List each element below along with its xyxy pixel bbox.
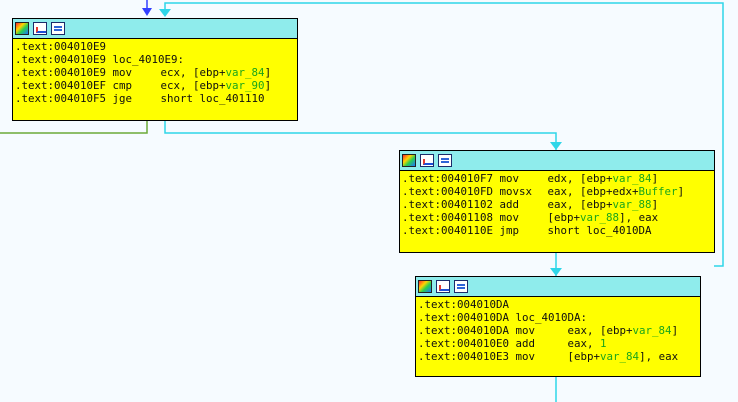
address: .text:004010F5 <box>15 92 107 105</box>
command-icon[interactable] <box>438 154 452 167</box>
instruction-line: .text:004010E3 mov [ebp+var_84], eax <box>418 350 698 363</box>
operands: ecx, [ebp+ <box>160 66 226 79</box>
address: .text:004010E9 <box>15 53 107 66</box>
immediate-value: 1 <box>600 337 607 350</box>
instruction-line: .text:00401108 mov [ebp+var_88], eax <box>402 211 712 224</box>
mnemonic: mov <box>112 66 133 79</box>
instruction-line: .text:004010F5 jge short loc_401110 <box>15 92 295 105</box>
label-line: .text:004010E9 loc_4010E9: <box>15 53 295 66</box>
variable-name: var_90 <box>225 79 265 92</box>
true-branch-edge <box>164 120 557 150</box>
address: .text:004010E9 <box>15 66 107 79</box>
operands: eax, [ebp+edx+ <box>547 185 639 198</box>
address: .text:004010E0 <box>418 337 510 350</box>
operands: eax, [ebp+ <box>567 324 633 337</box>
operands-tail: ] <box>651 198 659 211</box>
address: .text:004010FD <box>402 185 494 198</box>
mnemonic: cmp <box>112 79 133 92</box>
code-block-loc-4010da[interactable]: .text:004010DA .text:004010DA loc_4010DA… <box>415 276 701 377</box>
operands-tail: ] <box>671 324 679 337</box>
mnemonic: add <box>499 198 520 211</box>
instruction-line: .text:004010E9 <box>15 40 295 53</box>
code-block-loc-4010e9[interactable]: .text:004010E9 .text:004010E9 loc_4010E9… <box>12 18 298 121</box>
address: .text:004010DA <box>418 324 510 337</box>
code-block-loop-body[interactable]: .text:004010F7 mov edx, [ebp+var_84] .tex… <box>399 150 715 253</box>
address: .text:004010DA <box>418 311 510 324</box>
instruction-list: .text:004010DA .text:004010DA loc_4010DA… <box>416 297 700 365</box>
operands: ecx, [ebp+ <box>160 79 226 92</box>
instruction-line: .text:004010E0 add eax, 1 <box>418 337 698 350</box>
address: .text:00401102 <box>402 198 494 211</box>
instruction-list: .text:004010F7 mov edx, [ebp+var_84] .tex… <box>400 171 714 239</box>
variable-name: var_88 <box>612 198 652 211</box>
operands-tail: ] <box>651 172 659 185</box>
operands: [ebp+ <box>567 350 601 363</box>
address: .text:00401108 <box>402 211 494 224</box>
command-icon[interactable] <box>51 22 65 35</box>
mnemonic: movsx <box>499 185 533 198</box>
instruction-line: .text:004010EF cmp ecx, [ebp+var_90] <box>15 79 295 92</box>
label-text: loc_4010DA: <box>515 311 588 324</box>
label-text: loc_4010E9: <box>112 53 185 66</box>
operands: eax, <box>567 337 601 350</box>
address: .text:0040110E <box>402 224 494 237</box>
graph-icon[interactable] <box>33 22 47 35</box>
mnemonic: mov <box>499 172 520 185</box>
variable-name: Buffer <box>638 185 678 198</box>
node-header <box>13 19 297 39</box>
instruction-line: .text:004010DA <box>418 298 698 311</box>
instruction-line: .text:00401102 add eax, [ebp+var_88] <box>402 198 712 211</box>
operands-tail: ] <box>677 185 685 198</box>
mnemonic: jmp <box>499 224 520 237</box>
graph-icon[interactable] <box>420 154 434 167</box>
node-header <box>416 277 700 297</box>
instruction-line: .text:004010E9 mov ecx, [ebp+var_84] <box>15 66 295 79</box>
address: .text:004010EF <box>15 79 107 92</box>
instruction-list: .text:004010E9 .text:004010E9 loc_4010E9… <box>13 39 297 107</box>
graph-icon[interactable] <box>436 280 450 293</box>
arrowhead-blue-in <box>142 8 152 16</box>
operands: short loc_401110 <box>160 92 265 105</box>
variable-name: var_84 <box>225 66 265 79</box>
instruction-line: .text:004010FD movsx eax, [ebp+edx+Buffer… <box>402 185 712 198</box>
mnemonic: add <box>515 337 536 350</box>
address: .text:004010E9 <box>15 40 107 53</box>
instruction-line: .text:004010DA mov eax, [ebp+var_84] <box>418 324 698 337</box>
address: .text:004010E3 <box>418 350 510 363</box>
palette-icon[interactable] <box>15 22 29 35</box>
arrowhead-true-branch <box>550 142 562 150</box>
label-line: .text:004010DA loc_4010DA: <box>418 311 698 324</box>
arrowhead-loop-back <box>159 9 171 17</box>
mnemonic: mov <box>515 324 536 337</box>
address: .text:004010F7 <box>402 172 494 185</box>
palette-icon[interactable] <box>418 280 432 293</box>
variable-name: var_84 <box>612 172 652 185</box>
operands: [ebp+ <box>547 211 581 224</box>
instruction-line: .text:004010F7 mov edx, [ebp+var_84] <box>402 172 712 185</box>
operands-tail: ] <box>264 79 272 92</box>
node-header <box>400 151 714 171</box>
mnemonic: jge <box>112 92 133 105</box>
variable-name: var_84 <box>600 350 640 363</box>
mnemonic: mov <box>499 211 520 224</box>
command-icon[interactable] <box>454 280 468 293</box>
palette-icon[interactable] <box>402 154 416 167</box>
operands: eax, [ebp+ <box>547 198 613 211</box>
operands-tail: ], eax <box>639 350 679 363</box>
variable-name: var_88 <box>580 211 620 224</box>
arrowhead-fallthrough <box>550 268 562 276</box>
operands: short loc_4010DA <box>547 224 652 237</box>
variable-name: var_84 <box>632 324 672 337</box>
instruction-line: .text:0040110E jmp short loc_4010DA <box>402 224 712 237</box>
operands-tail: ], eax <box>619 211 659 224</box>
operands-tail: ] <box>264 66 272 79</box>
address: .text:004010DA <box>418 298 510 311</box>
mnemonic: mov <box>515 350 536 363</box>
operands: edx, [ebp+ <box>547 172 613 185</box>
false-branch-edge <box>0 120 148 134</box>
